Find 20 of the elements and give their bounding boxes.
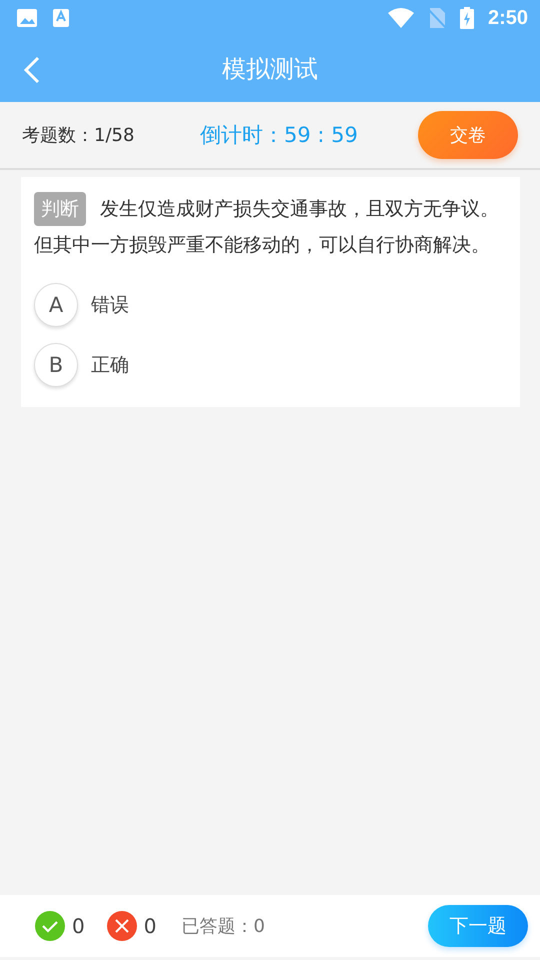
option-label: 错误: [91, 293, 129, 318]
answered-count: 已答题：0: [181, 915, 266, 938]
no-sim-icon: [428, 7, 446, 29]
clock-time: 2:50: [488, 6, 528, 30]
page-title: 模拟测试: [222, 54, 318, 85]
text-icon: [52, 8, 70, 28]
option-letter-button[interactable]: A: [34, 283, 78, 327]
question-text: 判断 发生仅造成财产损失交通事故，且双方无争议。但其中一方损毁严重不能移动的，可以自行协商解决。: [34, 191, 507, 263]
option-letter-button[interactable]: B: [34, 343, 78, 387]
wrong-icon: [106, 911, 137, 941]
battery-icon: [460, 7, 474, 29]
wifi-icon: [388, 8, 414, 28]
question-count: 考题数：1/58: [22, 124, 136, 147]
correct-icon: [35, 911, 65, 941]
countdown-timer: 倒计时：59 : 59: [200, 122, 359, 149]
image-icon: [16, 8, 38, 28]
option-label: 正确: [91, 353, 129, 378]
correct-count: 0: [72, 914, 85, 938]
wrong-count: 0: [144, 914, 156, 938]
back-icon[interactable]: [22, 56, 42, 84]
